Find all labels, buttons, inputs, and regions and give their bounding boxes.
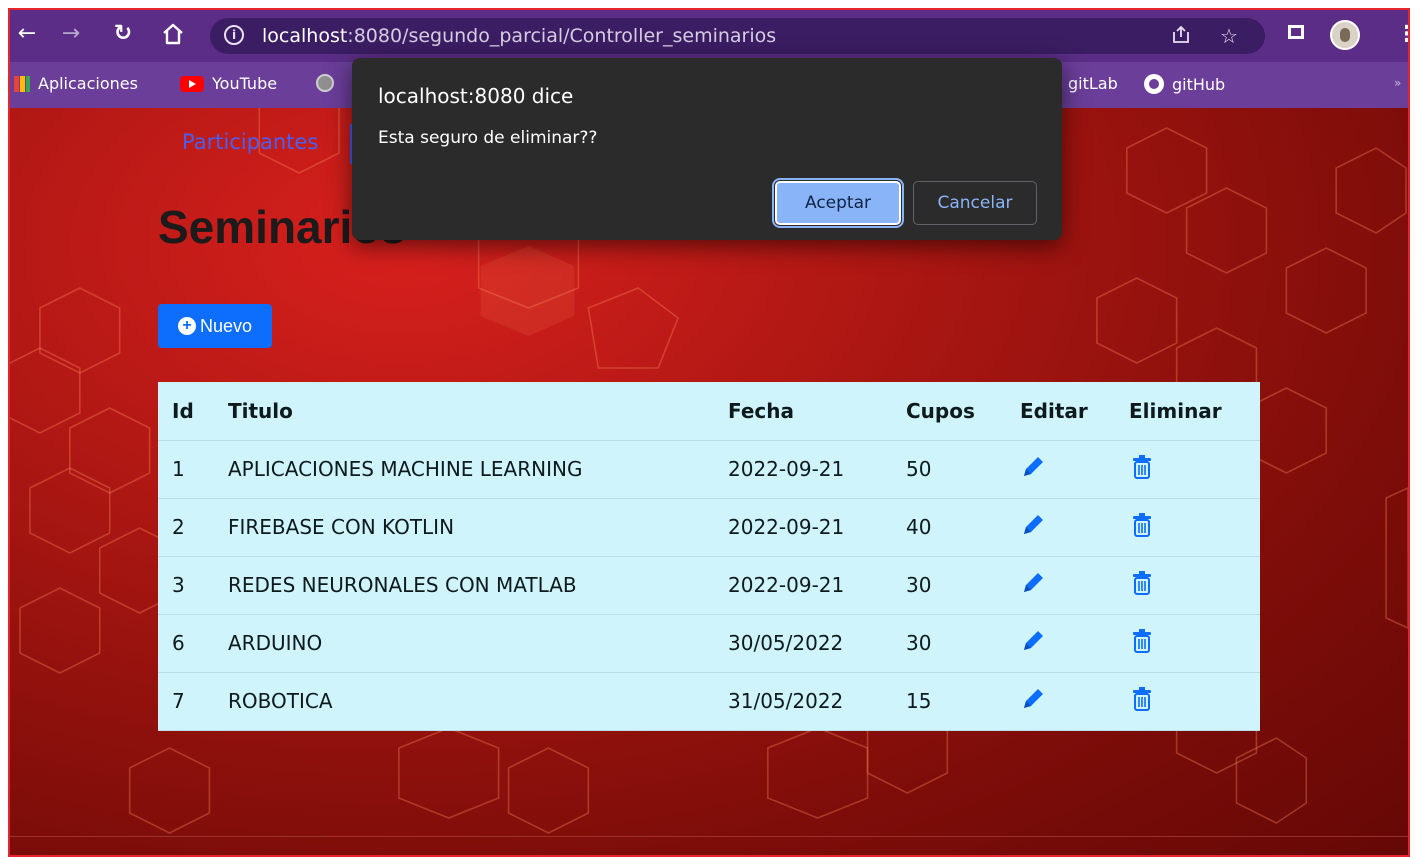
confirm-dialog: localhost:8080 dice Esta seguro de elimi… <box>352 58 1062 240</box>
cell-fecha: 31/05/2022 <box>728 672 906 731</box>
apps-icon <box>14 75 30 92</box>
cell-titulo: ROBOTICA <box>228 672 728 731</box>
reload-icon[interactable]: ↻ <box>110 22 136 48</box>
plus-circle-icon: + <box>177 317 196 335</box>
bookmarks-overflow-icon[interactable]: » <box>1394 76 1406 92</box>
new-button-label: Nuevo <box>199 315 253 336</box>
new-seminar-button[interactable]: + Nuevo <box>158 304 272 348</box>
cell-cupos: 30 <box>906 556 1020 615</box>
cell-editar <box>1020 498 1129 557</box>
table-row: 7 ROBOTICA 31/05/2022 15 <box>158 672 1260 731</box>
browser-window: ← → ↻ i localhost:8080/segundo_parcial/C… <box>8 8 1410 857</box>
address-bar[interactable]: i localhost:8080/segundo_parcial/Control… <box>210 18 1265 54</box>
pencil-icon[interactable] <box>1020 570 1046 596</box>
url-path: :8080/segundo_parcial/Controller_seminar… <box>347 25 777 47</box>
bookmark-label: gitLab <box>1068 74 1118 93</box>
back-arrow-icon[interactable]: ← <box>14 22 40 48</box>
cell-id: 2 <box>158 498 228 557</box>
cell-fecha: 30/05/2022 <box>728 614 906 673</box>
cell-fecha: 2022-09-21 <box>728 440 906 499</box>
cell-id: 1 <box>158 440 228 499</box>
bookmark-unknown[interactable] <box>316 74 342 92</box>
bookmark-label: gitHub <box>1172 74 1226 94</box>
star-icon[interactable]: ☆ <box>1220 24 1238 48</box>
pencil-icon[interactable] <box>1020 686 1046 712</box>
cell-editar <box>1020 440 1129 499</box>
kebab-menu-icon[interactable]: ⋮ <box>1396 22 1408 47</box>
cell-eliminar <box>1129 614 1260 673</box>
share-icon[interactable] <box>1170 24 1192 51</box>
accept-button[interactable]: Aceptar <box>772 178 904 228</box>
info-icon[interactable]: i <box>224 25 244 45</box>
bookmark-globe-icon <box>316 74 334 92</box>
bookmark-github[interactable]: gitHub <box>1144 74 1225 94</box>
cell-eliminar <box>1129 498 1260 557</box>
table-row: 1 APLICACIONES MACHINE LEARNING 2022-09-… <box>158 440 1260 499</box>
profile-avatar[interactable] <box>1330 20 1360 50</box>
cell-fecha: 2022-09-21 <box>728 556 906 615</box>
header-eliminar: Eliminar <box>1129 382 1260 441</box>
trash-icon[interactable] <box>1131 628 1153 653</box>
cell-eliminar <box>1129 556 1260 615</box>
cell-titulo: APLICACIONES MACHINE LEARNING <box>228 440 728 499</box>
table-row: 2 FIREBASE CON KOTLIN 2022-09-21 40 <box>158 498 1260 557</box>
dialog-message: Esta seguro de eliminar?? <box>378 128 598 148</box>
cell-titulo: REDES NEURONALES CON MATLAB <box>228 556 728 615</box>
bookmark-label: Aplicaciones <box>38 74 138 93</box>
cell-eliminar <box>1129 672 1260 731</box>
browser-toolbar: ← → ↻ i localhost:8080/segundo_parcial/C… <box>10 10 1408 62</box>
pencil-icon[interactable] <box>1020 512 1046 538</box>
cell-eliminar <box>1129 440 1260 499</box>
pencil-icon[interactable] <box>1020 628 1046 654</box>
trash-icon[interactable] <box>1131 686 1153 711</box>
nav-link-participantes[interactable]: Participantes <box>182 130 318 154</box>
pencil-icon[interactable] <box>1020 454 1046 480</box>
header-cupos: Cupos <box>906 382 1020 441</box>
header-fecha: Fecha <box>728 382 906 441</box>
cell-fecha: 2022-09-21 <box>728 498 906 557</box>
url-host: localhost <box>262 25 348 47</box>
footer-divider <box>10 836 1408 837</box>
header-id: Id <box>158 382 228 441</box>
cell-cupos: 15 <box>906 672 1020 731</box>
trash-icon[interactable] <box>1131 570 1153 595</box>
forward-arrow-icon[interactable]: → <box>58 22 84 48</box>
cell-titulo: FIREBASE CON KOTLIN <box>228 498 728 557</box>
cell-id: 3 <box>158 556 228 615</box>
cell-cupos: 50 <box>906 440 1020 499</box>
github-icon <box>1144 74 1164 94</box>
cell-editar <box>1020 672 1129 731</box>
table-header-row: Id Titulo Fecha Cupos Editar Eliminar <box>158 382 1260 441</box>
dialog-title: localhost:8080 dice <box>378 84 574 108</box>
bookmark-gitlab[interactable]: gitLab <box>1068 74 1118 93</box>
table-row: 6 ARDUINO 30/05/2022 30 <box>158 614 1260 673</box>
sidepanel-icon[interactable] <box>1286 22 1306 47</box>
cell-editar <box>1020 556 1129 615</box>
trash-icon[interactable] <box>1131 512 1153 537</box>
home-icon[interactable] <box>160 22 186 48</box>
url-text: localhost:8080/segundo_parcial/Controlle… <box>262 25 776 47</box>
cell-id: 6 <box>158 614 228 673</box>
header-editar: Editar <box>1020 382 1129 441</box>
youtube-icon <box>180 75 204 92</box>
seminars-table: Id Titulo Fecha Cupos Editar Eliminar 1 … <box>158 382 1260 731</box>
cell-cupos: 40 <box>906 498 1020 557</box>
table-row: 3 REDES NEURONALES CON MATLAB 2022-09-21… <box>158 556 1260 615</box>
cell-cupos: 30 <box>906 614 1020 673</box>
cell-editar <box>1020 614 1129 673</box>
cancel-button[interactable]: Cancelar <box>913 181 1037 225</box>
bookmark-aplicaciones[interactable]: Aplicaciones <box>14 74 138 93</box>
bookmark-youtube[interactable]: YouTube <box>180 74 277 93</box>
bookmark-label: YouTube <box>212 74 278 93</box>
cell-titulo: ARDUINO <box>228 614 728 673</box>
trash-icon[interactable] <box>1131 454 1153 479</box>
cell-id: 7 <box>158 672 228 731</box>
header-titulo: Titulo <box>228 382 728 441</box>
